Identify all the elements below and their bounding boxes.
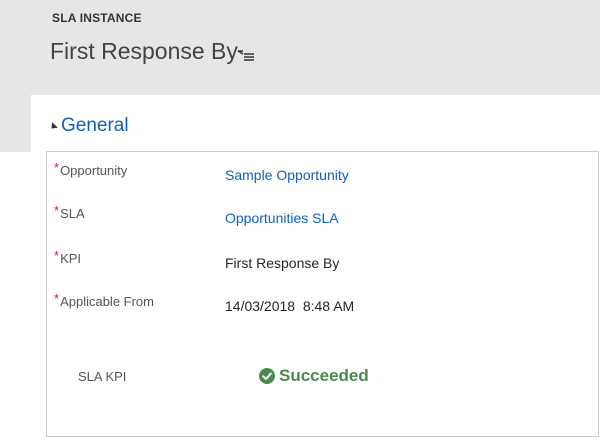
field-label-opportunity: *Opportunity — [54, 160, 128, 178]
required-marker: * — [54, 203, 60, 218]
required-marker: * — [54, 248, 60, 263]
list-menu-icon[interactable] — [237, 49, 255, 63]
sla-kpi-status-text: Succeeded — [279, 366, 369, 385]
check-circle-icon — [259, 368, 275, 384]
field-label-sla: *SLA — [54, 203, 85, 221]
field-row-sla: *SLA Opportunities SLA — [54, 203, 574, 228]
field-label-applicable-from: *Applicable From — [54, 291, 154, 309]
field-row-kpi: *KPI First Response By — [54, 248, 574, 273]
section-title: General — [61, 115, 129, 136]
kpi-value[interactable]: First Response By — [225, 255, 339, 271]
required-marker: * — [54, 291, 60, 306]
required-marker: * — [54, 160, 60, 175]
opportunity-link[interactable]: Sample Opportunity — [225, 167, 349, 183]
field-row-opportunity: *Opportunity Sample Opportunity — [54, 160, 574, 185]
collapse-triangle-icon[interactable] — [48, 122, 58, 132]
sla-kpi-label: SLA KPI — [78, 369, 127, 384]
record-title: First Response By — [50, 38, 238, 64]
entity-type-label: SLA INSTANCE — [52, 11, 142, 25]
sla-link[interactable]: Opportunities SLA — [225, 210, 339, 226]
field-label-kpi: *KPI — [54, 248, 82, 266]
section-header-general[interactable]: General — [48, 113, 129, 139]
field-row-applicable-from: *Applicable From 14/03/2018 8:48 AM — [54, 291, 574, 316]
sla-kpi-status: Succeeded — [259, 366, 369, 386]
applicable-from-value[interactable]: 14/03/2018 8:48 AM — [225, 298, 354, 314]
